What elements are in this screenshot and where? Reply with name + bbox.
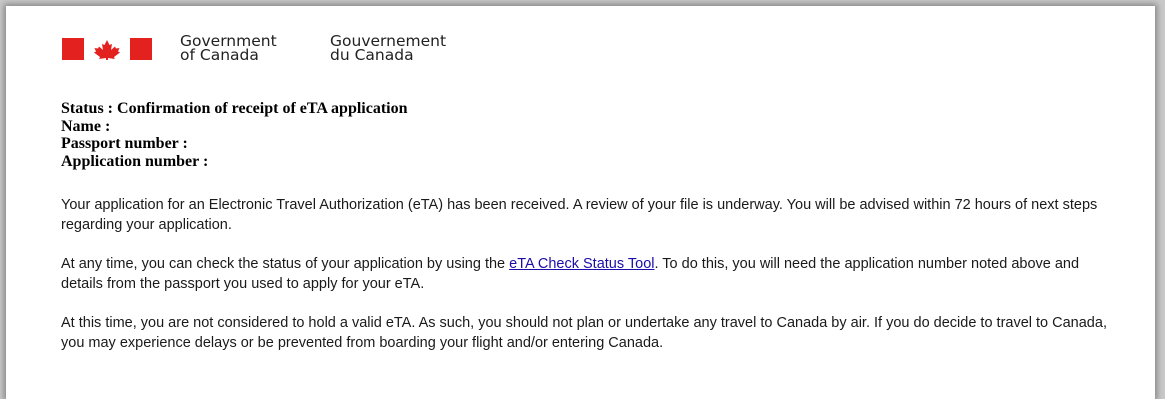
passport-number-label: Passport number :	[61, 135, 188, 152]
name-label: Name :	[61, 117, 111, 135]
received-paragraph: Your application for an Electronic Trave…	[61, 197, 1098, 233]
travel-warning-paragraph: At this time, you are not considered to …	[61, 315, 1107, 351]
canada-flag-icon	[62, 38, 152, 60]
check-status-paragraph: At any time, you can check the status of…	[61, 254, 1121, 294]
wordmark-english: Government of Canada	[180, 33, 277, 64]
application-number-label: Application number :	[61, 152, 209, 170]
wordmark-fr-line2: du Canada	[330, 46, 414, 64]
email-document: Government of Canada Gouvernement du Can…	[6, 6, 1155, 399]
status-line: Status : Confirmation of receipt of eTA …	[61, 100, 408, 117]
wordmark-en-line2: of Canada	[180, 46, 259, 64]
application-details: Status : Confirmation of receipt of eTA …	[61, 100, 408, 170]
wordmark-french: Gouvernement du Canada	[330, 33, 446, 64]
check-status-text-before: At any time, you can check the status of…	[61, 256, 510, 272]
eta-check-status-tool-link[interactable]: eTA Check Status Tool	[509, 256, 654, 272]
